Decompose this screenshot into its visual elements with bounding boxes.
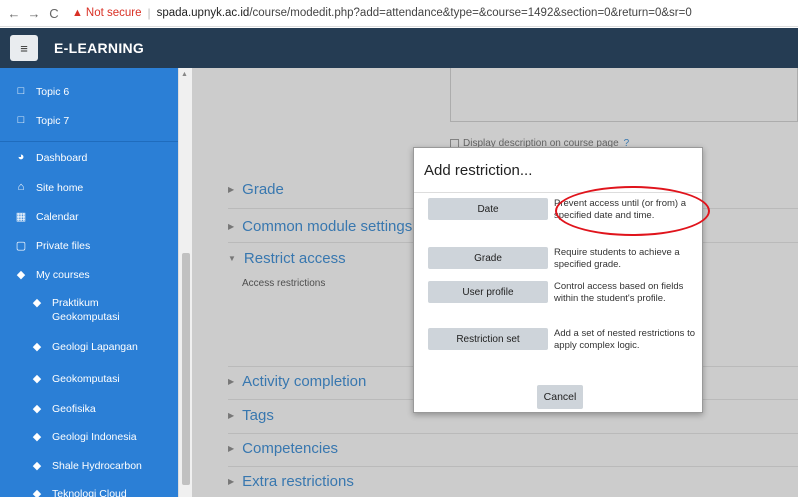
sidebar-item-private-files[interactable]: ▢ Private files xyxy=(0,239,178,253)
scrollbar-thumb[interactable] xyxy=(182,253,190,485)
sidebar-item-course[interactable]: ◆ Geologi Indonesia xyxy=(0,430,178,444)
sidebar-item-site-home[interactable]: ⌂ Site home xyxy=(0,181,178,195)
restriction-set-button[interactable]: Restriction set xyxy=(428,328,548,350)
sidebar-item-course[interactable]: ◆ Praktikum Geokomputasi xyxy=(0,296,178,324)
folder-icon: □ xyxy=(17,85,25,97)
grade-restriction-description: Require students to achieve a specified … xyxy=(554,247,680,270)
home-icon: ⌂ xyxy=(17,181,25,193)
sidebar-item-topic-7[interactable]: □ Topic 7 xyxy=(0,114,178,128)
sidebar-item-dashboard[interactable]: ◕ Dashboard xyxy=(0,151,178,165)
sidebar-item-my-courses[interactable]: ◆ My courses xyxy=(0,268,178,282)
user-profile-restriction-button[interactable]: User profile xyxy=(428,281,548,303)
user-profile-restriction-description: Control access based on fields within th… xyxy=(554,281,684,304)
warning-icon: ▲ xyxy=(72,7,83,19)
graduation-cap-icon: ◆ xyxy=(32,488,42,497)
graduation-cap-icon: ◆ xyxy=(32,373,42,385)
graduation-cap-icon: ◆ xyxy=(32,403,42,415)
date-restriction-button[interactable]: Date xyxy=(428,198,548,220)
sidebar-item-label: Topic 6 xyxy=(36,86,70,98)
scroll-up-arrow-icon[interactable]: ▲ xyxy=(181,71,188,78)
address-bar[interactable]: spada.upnyk.ac.id/course/modedit.php?add… xyxy=(157,7,692,19)
file-icon: ▢ xyxy=(15,240,27,252)
sidebar-item-label: Site home xyxy=(36,182,84,194)
sidebar-item-label: Geologi Indonesia xyxy=(52,431,137,443)
dialog-title: Add restriction... xyxy=(424,162,533,179)
highlight-annotation xyxy=(555,186,710,236)
sidebar-item-label: Teknologi Cloud xyxy=(52,488,127,497)
sidebar-item-label: Geofisika xyxy=(52,403,96,415)
back-arrow-icon[interactable]: ← xyxy=(6,5,22,21)
reload-icon[interactable]: C xyxy=(46,5,62,21)
cancel-button[interactable]: Cancel xyxy=(537,385,583,409)
graduation-cap-icon: ◆ xyxy=(32,341,42,353)
sidebar-item-topic-6[interactable]: □ Topic 6 xyxy=(0,85,178,99)
sidebar-item-label: Geokomputasi xyxy=(52,373,120,385)
sidebar-item-label: Shale Hydrocarbon xyxy=(52,460,142,472)
sidebar-item-course[interactable]: ◆ Geofisika xyxy=(0,402,178,416)
grade-restriction-button[interactable]: Grade xyxy=(428,247,548,269)
sidebar-item-course[interactable]: ◆ Shale Hydrocarbon xyxy=(0,459,178,473)
restriction-set-description: Add a set of nested restrictions to appl… xyxy=(554,328,695,351)
hamburger-menu-icon[interactable]: ≡ xyxy=(10,35,38,61)
graduation-cap-icon: ◆ xyxy=(32,297,42,309)
sidebar-item-label: Praktikum Geokomputasi xyxy=(52,297,120,323)
dashboard-icon: ◕ xyxy=(17,151,25,163)
url-host: spada.upnyk.ac.id xyxy=(156,7,250,19)
calendar-icon: ▦ xyxy=(15,211,27,223)
sidebar: □ Topic 6 □ Topic 7 ◕ Dashboard ⌂ Site h… xyxy=(0,68,178,497)
top-navbar: ≡ E-LEARNING xyxy=(0,28,798,68)
sidebar-item-course[interactable]: ◆ Geokomputasi xyxy=(0,372,178,386)
site-brand[interactable]: E-LEARNING xyxy=(54,40,144,56)
graduation-cap-icon: ◆ xyxy=(16,269,26,281)
sidebar-scrollbar[interactable]: ▲ xyxy=(178,68,192,497)
folder-icon: □ xyxy=(17,114,25,126)
sidebar-divider xyxy=(0,141,178,142)
sidebar-item-label: Geologi Lapangan xyxy=(52,341,138,353)
url-path: /course/modedit.php?add=attendance&type=… xyxy=(249,7,692,19)
sidebar-item-label: Dashboard xyxy=(36,152,88,164)
not-secure-label[interactable]: Not secure xyxy=(86,7,142,19)
sidebar-item-calendar[interactable]: ▦ Calendar xyxy=(0,210,178,224)
sidebar-item-course[interactable]: ◆ Geologi Lapangan xyxy=(0,340,178,354)
sidebar-item-course[interactable]: ◆ Teknologi Cloud xyxy=(0,487,178,497)
sidebar-item-label: Topic 7 xyxy=(36,115,70,127)
sidebar-item-label: Private files xyxy=(36,240,91,252)
sidebar-item-label: Calendar xyxy=(36,211,79,223)
url-separator: | xyxy=(147,6,151,20)
graduation-cap-icon: ◆ xyxy=(32,431,42,443)
sidebar-item-label: My courses xyxy=(36,269,90,281)
graduation-cap-icon: ◆ xyxy=(32,460,42,472)
browser-toolbar: ← → C ▲ Not secure | spada.upnyk.ac.id/c… xyxy=(0,0,798,27)
forward-arrow-icon[interactable]: → xyxy=(26,5,42,21)
